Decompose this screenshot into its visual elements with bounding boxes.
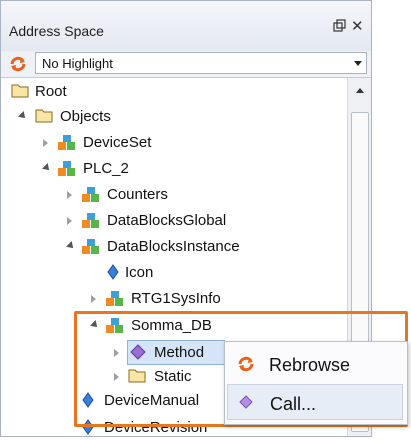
collapse-arrow-icon[interactable] [67,217,72,225]
tree-node-label: RTG1SysInfo [131,290,221,307]
close-icon[interactable]: ✕ [351,17,364,35]
tree-node-label: Root [35,83,67,100]
collapse-arrow-icon[interactable] [91,295,96,303]
pin-icon[interactable] [332,19,346,33]
object-icon [81,186,101,208]
tree-node-label: DeviceSet [83,134,152,151]
rebrowse-icon [237,355,255,378]
panel-toolbar: No Highlight [1,51,371,78]
menu-item-label: Call... [270,394,317,414]
scroll-up-arrow-icon[interactable] [356,88,364,93]
property-diamond-icon [107,264,119,284]
tree-node-label: Objects [60,108,111,125]
menu-item-rebrowse[interactable]: Rebrowse [227,346,403,382]
panel-title-bar: Address Space ✕ [1,1,371,51]
expand-arrow-icon[interactable] [18,111,28,121]
object-icon [57,134,77,156]
menu-item-label: Rebrowse [269,355,351,375]
collapse-arrow-icon[interactable] [67,191,72,199]
folder-icon [11,83,29,102]
expand-arrow-icon[interactable] [66,241,76,251]
tree-node-label: DataBlocksGlobal [107,212,227,229]
tree-node-label: DataBlocksInstance [107,238,240,255]
object-icon [81,238,101,260]
highlight-select[interactable]: No Highlight [35,52,367,74]
menu-item-call[interactable]: Call... [227,384,403,420]
collapse-arrow-icon[interactable] [43,139,48,147]
panel-title: Address Space [9,23,104,39]
tree-node-label: Icon [125,264,154,281]
object-icon [57,160,77,182]
context-menu: Rebrowse Call... [224,341,408,425]
highlight-select-value: No Highlight [42,56,113,71]
refresh-icon[interactable] [9,55,27,78]
tree-node-label: Counters [107,186,168,203]
tree-node-label: PLC_2 [83,160,129,177]
method-icon [238,394,254,415]
object-icon [81,212,101,234]
folder-icon [35,108,53,127]
expand-arrow-icon[interactable] [42,163,52,173]
object-icon [105,290,125,312]
chevron-down-icon[interactable] [354,61,362,66]
